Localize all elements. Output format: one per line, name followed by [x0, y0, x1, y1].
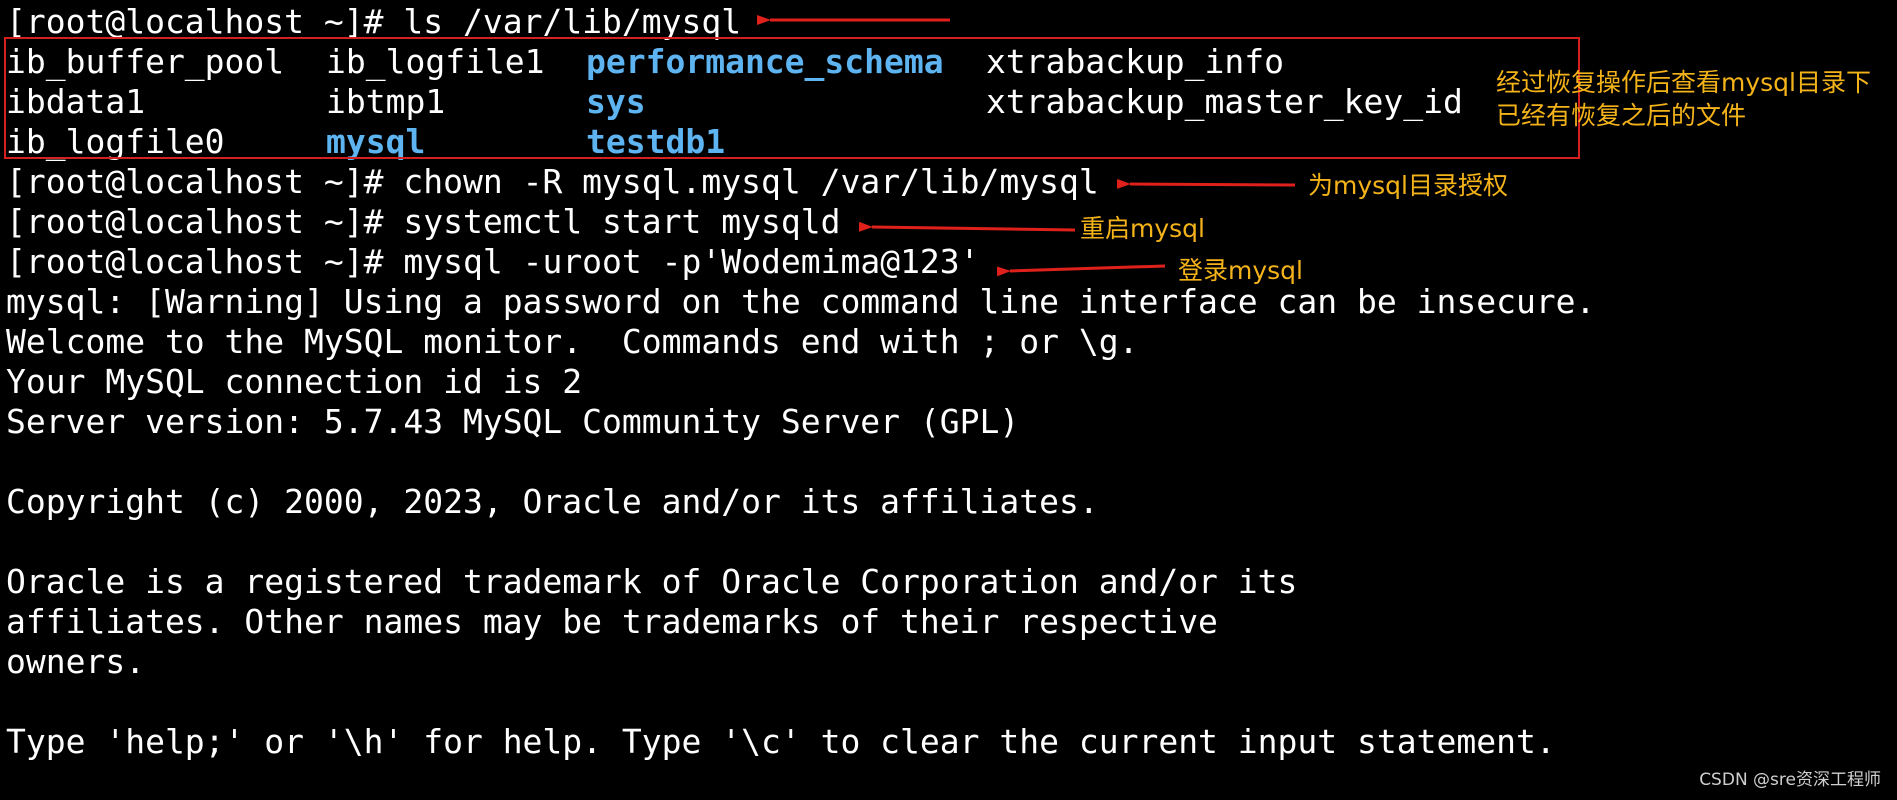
- prompt: [root@localhost ~]#: [6, 202, 384, 241]
- command-text: mysql -uroot -p'Wodemima@123': [403, 242, 980, 281]
- listing-highlight-box: [4, 37, 1580, 159]
- command-text: ls /var/lib/mysql: [403, 2, 742, 41]
- prompt: [root@localhost ~]#: [6, 162, 384, 201]
- chown-command-line: [root@localhost ~]# chown -R mysql.mysql…: [6, 162, 1099, 202]
- output-trademark: affiliates. Other names may be trademark…: [6, 602, 1218, 641]
- output-connection-id: Your MySQL connection id is 2: [6, 362, 583, 401]
- output-welcome: Welcome to the MySQL monitor. Commands e…: [6, 322, 1139, 361]
- ls-command-line: [root@localhost ~]# ls /var/lib/mysql: [6, 2, 741, 42]
- command-text: systemctl start mysqld: [403, 202, 841, 241]
- watermark: CSDN @sre资深工程师: [1699, 770, 1881, 790]
- prompt: [root@localhost ~]#: [6, 2, 384, 41]
- annotation-line: 已经有恢复之后的文件: [1496, 101, 1747, 130]
- command-text: chown -R mysql.mysql /var/lib/mysql: [403, 162, 1099, 201]
- start-command-line: [root@localhost ~]# systemctl start mysq…: [6, 202, 840, 242]
- annotation-login: 登录mysql: [1178, 256, 1303, 285]
- output-help: Type 'help;' or '\h' for help. Type '\c'…: [6, 722, 1556, 761]
- output-trademark: owners.: [6, 642, 146, 681]
- output-copyright: Copyright (c) 2000, 2023, Oracle and/or …: [6, 482, 1099, 521]
- annotation-chown: 为mysql目录授权: [1308, 171, 1508, 200]
- output-server-version: Server version: 5.7.43 MySQL Community S…: [6, 402, 1020, 441]
- output-trademark: Oracle is a registered trademark of Orac…: [6, 562, 1298, 601]
- output-warning: mysql: [Warning] Using a password on the…: [6, 282, 1596, 321]
- annotation-restore-files: 经过恢复操作后查看mysql目录下 已经有恢复之后的文件: [1496, 66, 1871, 132]
- annotation-restart: 重启mysql: [1080, 214, 1205, 243]
- annotation-line: 经过恢复操作后查看mysql目录下: [1496, 68, 1871, 97]
- login-command-line: [root@localhost ~]# mysql -uroot -p'Wode…: [6, 242, 980, 282]
- prompt: [root@localhost ~]#: [6, 242, 384, 281]
